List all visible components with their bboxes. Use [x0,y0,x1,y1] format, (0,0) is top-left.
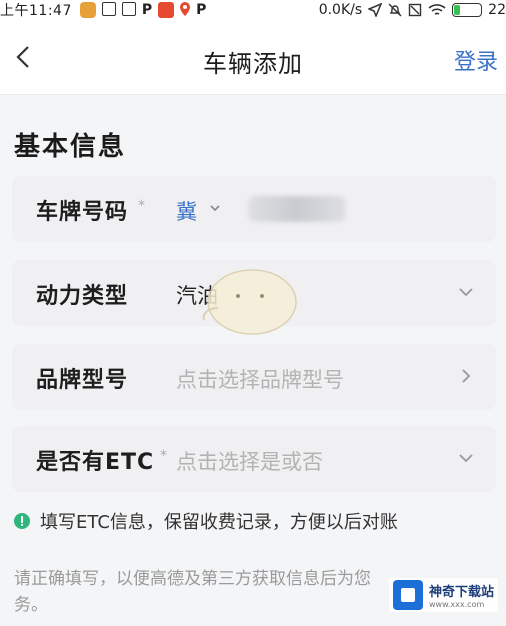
province-select[interactable]: 冀 [176,196,197,226]
site-logo-icon [392,580,423,610]
plate-number-label: 车牌号码 [36,200,129,225]
no-sim-icon [408,3,422,17]
chevron-right-icon [462,369,471,383]
mute-bell-icon [388,3,402,17]
notification-box-icon [121,2,136,16]
notice-text: 请正确填写，以便高德及第三方获取信息后为您务。 [14,569,371,615]
etc-tip: 填写ETC信息，保留收费记录，方便以后对账 [14,508,398,534]
brand-model-placeholder: 点击选择品牌型号 [176,368,344,392]
brand-model-row[interactable]: 品牌型号 点击选择品牌型号 [12,344,496,410]
watermark-url: www.xxx.com [428,600,485,609]
required-mark: * [160,448,167,464]
battery-fill [454,5,461,15]
battery-icon [452,3,483,17]
login-button[interactable]: 登录 [454,44,498,76]
notification-box-icon [101,2,116,16]
app-notification-icon [158,2,175,18]
app-notification-icon [79,2,96,18]
status-notification-icons: P P [79,2,207,18]
info-icon [14,513,30,529]
power-type-label: 动力类型 [36,284,129,309]
etc-row[interactable]: 是否有ETC * 点击选择是或否 [12,426,496,492]
brand-model-label: 品牌型号 [36,368,129,393]
battery-percent: 22 [488,2,506,18]
mascot-watermark-icon [202,269,297,335]
wifi-icon [428,4,446,15]
chevron-down-icon [459,454,473,463]
required-mark: * [138,198,145,214]
section-title: 基本信息 [14,132,127,162]
watermark-name: 神奇下载站 [428,585,494,600]
network-speed: 0.0K/s [318,2,363,18]
location-arrow-icon [368,3,383,17]
etc-tip-text: 填写ETC信息，保留收费记录，方便以后对账 [40,512,398,533]
status-time: 上午11:47 [0,3,72,19]
etc-label: 是否有ETC [36,450,155,475]
etc-placeholder: 点击选择是或否 [176,450,323,474]
chevron-down-icon [459,288,473,297]
location-pin-icon [180,2,191,16]
status-bar: 上午11:47 P P 0.0K/s 22 [0,0,506,20]
plate-number-row[interactable]: 车牌号码 * 冀 [12,176,496,242]
nav-bar: 车辆添加 登录 [0,20,506,95]
chevron-down-icon [210,205,220,212]
watermark: 神奇下载站 www.xxx.com [388,578,498,612]
pinduoduo-icon: P [141,2,153,18]
plate-number-input[interactable] [248,196,346,222]
pinduoduo-icon: P [196,2,207,18]
status-right: 0.0K/s 22 [319,2,506,18]
page-title: 车辆添加 [203,50,303,78]
